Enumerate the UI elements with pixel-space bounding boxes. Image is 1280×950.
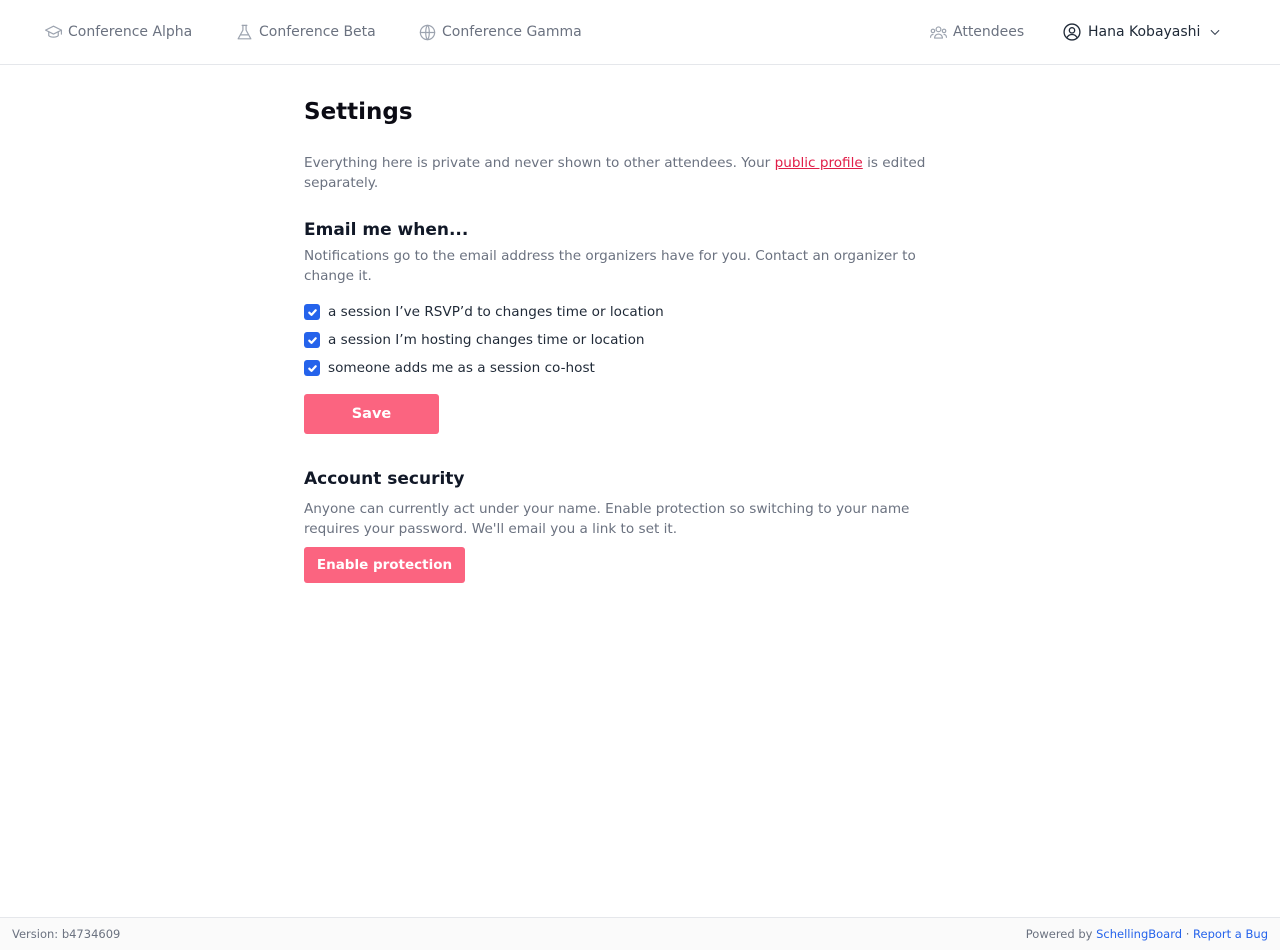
email-notifications-section: Email me when... Notifications go to the… bbox=[304, 218, 954, 434]
checkmark-icon bbox=[307, 364, 317, 372]
version-label: Version: b4734609 bbox=[12, 927, 121, 941]
intro-text-before: Everything here is private and never sho… bbox=[304, 155, 775, 171]
nav-conference-alpha-label: Conference Alpha bbox=[68, 24, 193, 40]
save-button[interactable]: Save bbox=[304, 394, 439, 434]
user-group-icon bbox=[929, 25, 948, 39]
security-section-title: Account security bbox=[304, 469, 465, 489]
notify-hosting-change-label: a session I’m hosting changes time or lo… bbox=[328, 332, 645, 348]
top-nav: Conference Alpha Conference Beta Confere… bbox=[0, 0, 1280, 65]
settings-intro: Everything here is private and never sho… bbox=[304, 153, 949, 193]
email-section-title: Email me when... bbox=[304, 220, 469, 240]
nav-attendees-label: Attendees bbox=[953, 24, 1025, 40]
powered-by-text: Powered by bbox=[1025, 927, 1093, 941]
report-bug-link[interactable]: Report a Bug bbox=[1193, 927, 1268, 941]
flask-icon bbox=[237, 24, 252, 39]
settings-panel: Settings Everything here is private and … bbox=[304, 96, 954, 583]
page-title: Settings bbox=[304, 99, 413, 125]
notify-hosting-change-option[interactable]: a session I’m hosting changes time or lo… bbox=[304, 326, 954, 354]
user-name: Hana Kobayashi bbox=[1088, 24, 1201, 40]
footer: Version: b4734609 Powered by SchellingBo… bbox=[0, 917, 1280, 950]
schellingboard-link[interactable]: SchellingBoard bbox=[1096, 927, 1182, 941]
nav-conference-gamma[interactable]: Conference Gamma bbox=[418, 0, 582, 64]
user-menu[interactable]: Hana Kobayashi bbox=[1062, 0, 1222, 64]
nav-conference-alpha[interactable]: Conference Alpha bbox=[44, 0, 192, 64]
nav-conference-beta[interactable]: Conference Beta bbox=[235, 0, 376, 64]
graduation-cap-icon bbox=[44, 25, 63, 38]
nav-conference-gamma-label: Conference Gamma bbox=[442, 24, 582, 40]
nav-attendees[interactable]: Attendees bbox=[929, 0, 1024, 64]
chevron-down-icon bbox=[1200, 25, 1222, 39]
public-profile-link[interactable]: public profile bbox=[775, 155, 863, 171]
footer-links: Powered by SchellingBoard · Report a Bug bbox=[1026, 927, 1268, 941]
notification-options: a session I’ve RSVP’d to changes time or… bbox=[304, 298, 954, 382]
notify-hosting-change-checkbox[interactable] bbox=[304, 332, 320, 348]
enable-protection-button[interactable]: Enable protection bbox=[304, 547, 465, 583]
security-section-description: Anyone can currently act under your name… bbox=[304, 501, 910, 537]
nav-conference-beta-label: Conference Beta bbox=[259, 24, 376, 40]
notify-rsvp-change-option[interactable]: a session I’ve RSVP’d to changes time or… bbox=[304, 298, 954, 326]
globe-icon bbox=[419, 24, 436, 40]
notify-cohost-checkbox[interactable] bbox=[304, 360, 320, 376]
email-section-description: Notifications go to the email address th… bbox=[304, 248, 916, 284]
notify-rsvp-change-label: a session I’ve RSVP’d to changes time or… bbox=[328, 304, 664, 320]
footer-separator: · bbox=[1185, 927, 1190, 941]
checkmark-icon bbox=[307, 308, 317, 316]
account-security-section: Account security Anyone can currently ac… bbox=[304, 467, 954, 583]
checkmark-icon bbox=[307, 336, 317, 344]
user-circle-icon bbox=[1062, 22, 1088, 42]
notify-cohost-option[interactable]: someone adds me as a session co-host bbox=[304, 354, 954, 382]
notify-cohost-label: someone adds me as a session co-host bbox=[328, 360, 595, 376]
notify-rsvp-change-checkbox[interactable] bbox=[304, 304, 320, 320]
